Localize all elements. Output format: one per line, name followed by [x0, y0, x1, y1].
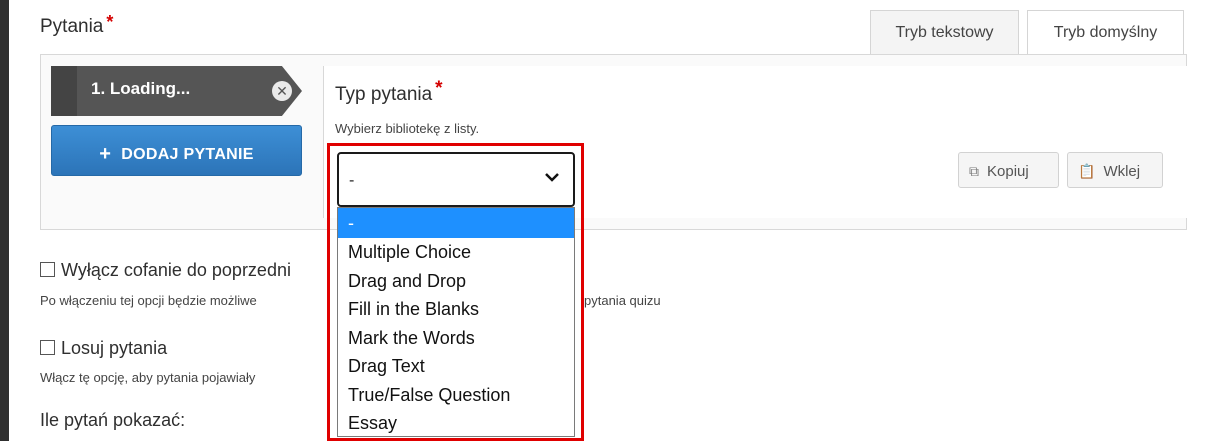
questions-label-text: Pytania	[40, 16, 104, 37]
question-item-label: 1. Loading...	[91, 79, 191, 98]
tab-text-mode[interactable]: Tryb tekstowy	[870, 10, 1019, 54]
dropdown-option[interactable]: Multiple Choice	[338, 238, 574, 267]
disable-back-checkbox[interactable]	[40, 262, 55, 277]
dropdown-option[interactable]: Essay	[338, 409, 574, 438]
paste-icon: 📋	[1078, 163, 1096, 179]
left-border	[0, 0, 9, 441]
question-count-heading: Ile pytań pokazać:	[40, 410, 186, 430]
shuffle-help: Włącz tę opcję, aby pytania pojawiały	[40, 370, 256, 385]
shuffle-label: Losuj pytania	[61, 338, 168, 358]
dropdown-option[interactable]: Drag Text	[338, 352, 574, 381]
copy-label: Kopiuj	[987, 163, 1029, 180]
select-value: -	[349, 172, 355, 189]
mode-tabs: Tryb tekstowy Tryb domyślny	[870, 10, 1184, 54]
shuffle-option: Losuj pytania	[40, 338, 167, 359]
question-list-item[interactable]: 1. Loading... ✕	[51, 66, 302, 116]
disable-back-option: Wyłącz cofanie do poprzedni	[40, 260, 291, 281]
dropdown-option[interactable]: Mark the Words	[338, 324, 574, 353]
copy-button[interactable]: ⧉ Kopiuj	[958, 152, 1059, 188]
paste-label: Wklej	[1103, 163, 1141, 180]
plus-icon: +	[99, 143, 112, 165]
question-type-title: Typ pytania *	[335, 78, 443, 106]
dropdown-option[interactable]: True/False Question	[338, 381, 574, 410]
question-type-dropdown: - Multiple Choice Drag and Drop Fill in …	[337, 207, 575, 437]
shuffle-checkbox[interactable]	[40, 340, 55, 355]
dropdown-option[interactable]: Fill in the Blanks	[338, 295, 574, 324]
dropdown-option[interactable]: -	[338, 208, 574, 238]
copy-icon: ⧉	[969, 163, 979, 179]
paste-button[interactable]: 📋 Wklej	[1067, 152, 1163, 188]
question-type-description: Wybierz bibliotekę z listy.	[335, 121, 480, 136]
dropdown-option[interactable]: Drag and Drop	[338, 267, 574, 296]
tab-default-mode[interactable]: Tryb domyślny	[1027, 10, 1184, 54]
question-type-title-text: Typ pytania	[335, 84, 433, 105]
chevron-down-icon	[545, 166, 559, 187]
question-type-select[interactable]: -	[337, 152, 575, 207]
add-question-label: DODAJ PYTANIE	[121, 146, 254, 163]
add-question-button[interactable]: + DODAJ PYTANIE	[51, 125, 302, 176]
disable-back-help: Po włączeniu tej opcji będzie możliwe	[40, 293, 257, 308]
disable-back-label: Wyłącz cofanie do poprzedni	[61, 260, 291, 280]
required-mark: *	[435, 78, 443, 99]
drag-handle[interactable]	[51, 66, 77, 116]
close-circle-icon[interactable]: ✕	[272, 81, 292, 101]
disable-back-help-tail: pytania quizu	[584, 293, 661, 308]
required-mark: *	[106, 12, 114, 32]
questions-label: Pytania *	[40, 12, 113, 38]
